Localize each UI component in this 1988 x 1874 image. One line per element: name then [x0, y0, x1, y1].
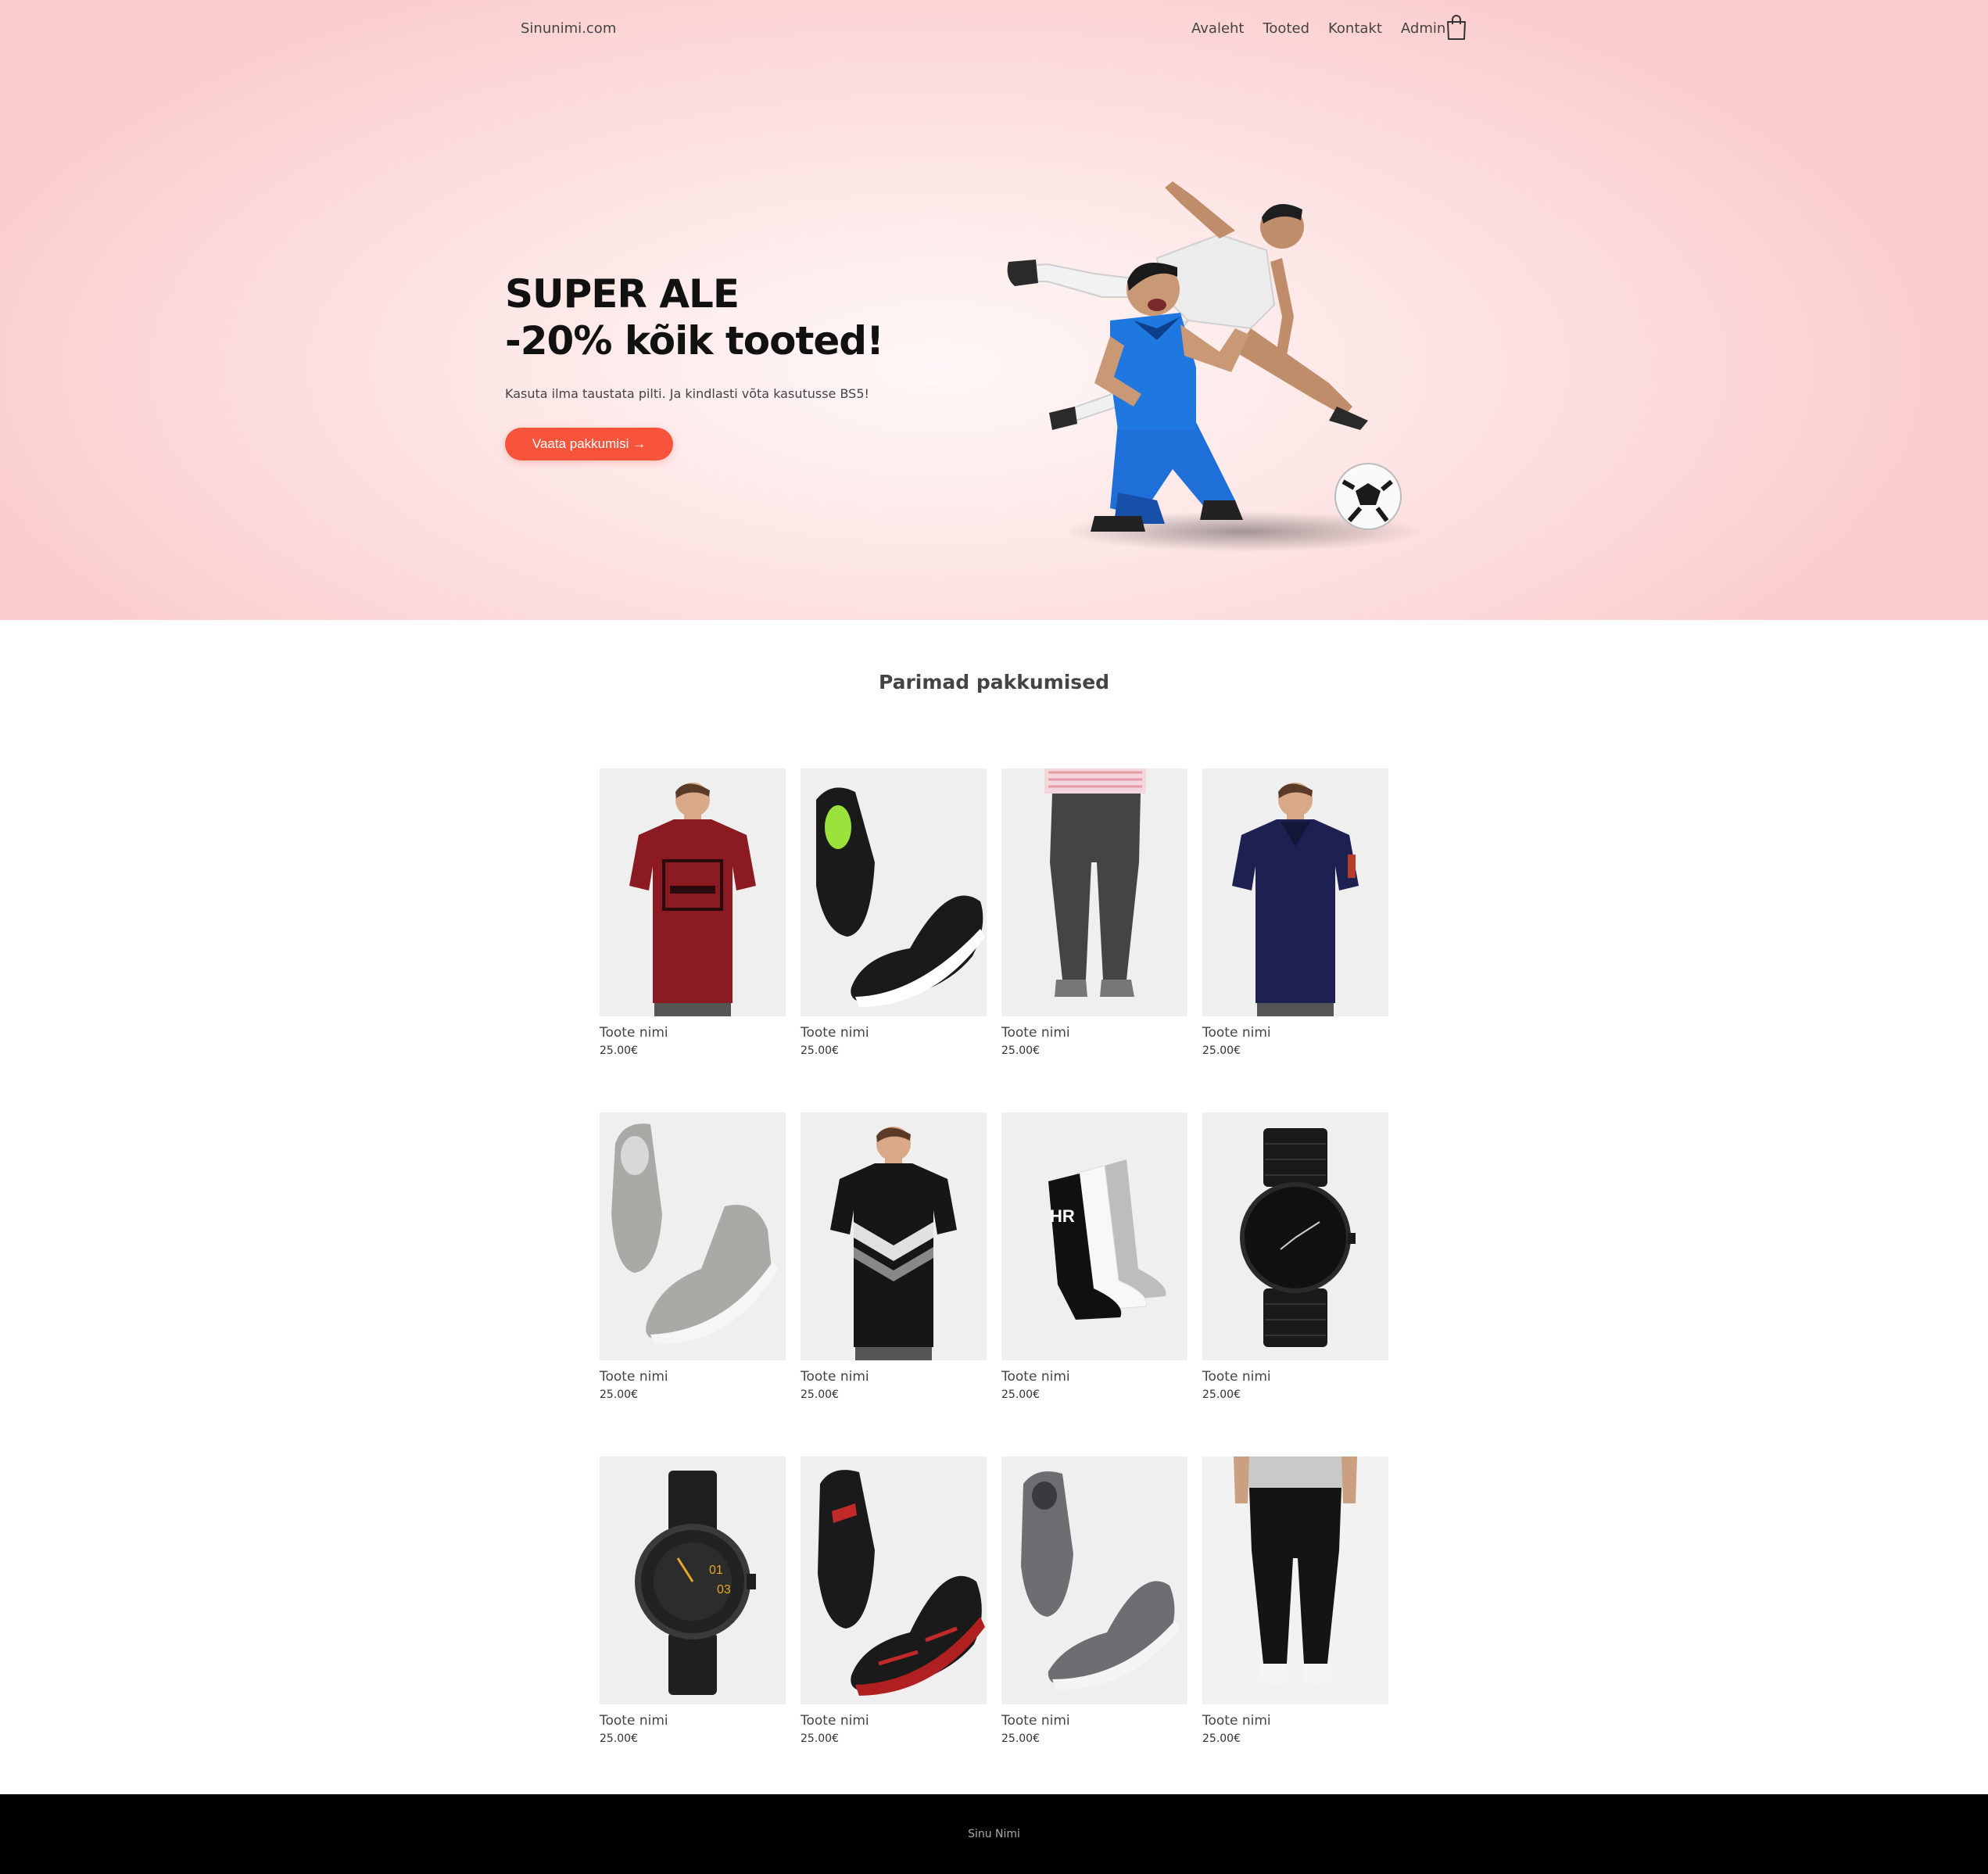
product-price: 25.00€: [1001, 1732, 1040, 1745]
product-card[interactable]: Toote nimi 25.00€: [801, 769, 987, 1059]
product-name: Toote nimi: [801, 1025, 869, 1041]
svg-text:03: 03: [717, 1583, 731, 1596]
product-price: 25.00€: [801, 1044, 839, 1057]
product-name: Toote nimi: [1202, 1713, 1271, 1729]
product-card[interactable]: Toote nimi 25.00€: [1001, 1457, 1187, 1747]
hero-title: SUPER ALE -20% kõik tooted!: [505, 271, 884, 364]
hero-banner: Sinunimi.com Avaleht Tooted Kontakt Admi…: [0, 0, 1988, 620]
grey-slip-on-image: [1001, 1457, 1187, 1704]
product-name: Toote nimi: [600, 1369, 668, 1385]
view-offers-button[interactable]: Vaata pakkumisi →: [505, 428, 673, 460]
product-price: 25.00€: [600, 1732, 638, 1745]
red-tshirt-image: [600, 769, 786, 1016]
black-sneakers-image: [801, 769, 987, 1016]
product-name: Toote nimi: [1001, 1713, 1070, 1729]
product-price: 25.00€: [801, 1388, 839, 1401]
product-card[interactable]: Toote nimi 25.00€: [600, 1113, 786, 1403]
product-name: Toote nimi: [1001, 1025, 1070, 1041]
nav-admin[interactable]: Admin: [1401, 20, 1445, 37]
navy-polo-image: [1202, 769, 1388, 1016]
black-leather-watch-image: 01 03: [600, 1457, 786, 1704]
grey-trousers-image: [1001, 769, 1187, 1016]
product-price: 25.00€: [600, 1388, 638, 1401]
product-name: Toote nimi: [1001, 1369, 1070, 1385]
hero-title-line2: -20% kõik tooted!: [505, 318, 884, 364]
svg-text:01: 01: [709, 1564, 723, 1577]
shopping-bag-icon[interactable]: [1445, 14, 1467, 41]
product-card[interactable]: 01 03 Toote nimi 25.00€: [600, 1457, 786, 1747]
brand-link[interactable]: Sinunimi.com: [521, 20, 616, 37]
football-ball: [1334, 463, 1402, 530]
product-card[interactable]: Toote nimi 25.00€: [1202, 1113, 1388, 1403]
product-name: Toote nimi: [600, 1025, 668, 1041]
footer-text: Sinu Nimi: [968, 1828, 1020, 1840]
black-red-sneakers-image: [801, 1457, 987, 1704]
nav-tooted[interactable]: Tooted: [1263, 20, 1309, 37]
football-players-image: [1007, 181, 1423, 552]
product-price: 25.00€: [1202, 1388, 1241, 1401]
product-card[interactable]: Toote nimi 25.00€: [1202, 769, 1388, 1059]
product-name: Toote nimi: [801, 1369, 869, 1385]
main-nav: Avaleht Tooted Kontakt Admin: [1191, 20, 1464, 37]
product-price: 25.00€: [600, 1044, 638, 1057]
socks-image: HR: [1001, 1113, 1187, 1360]
hero-subtitle: Kasuta ilma taustata pilti. Ja kindlasti…: [505, 386, 869, 401]
product-card[interactable]: HR Toote nimi 25.00€: [1001, 1113, 1187, 1403]
grey-high-tops-image: [600, 1113, 786, 1360]
nav-avaleht[interactable]: Avaleht: [1191, 20, 1244, 37]
product-card[interactable]: Toote nimi 25.00€: [801, 1113, 987, 1403]
black-metal-watch-image: [1202, 1113, 1388, 1360]
product-card[interactable]: Toote nimi 25.00€: [1001, 769, 1187, 1059]
product-price: 25.00€: [1001, 1044, 1040, 1057]
product-name: Toote nimi: [1202, 1369, 1271, 1385]
svg-text:HR: HR: [1050, 1206, 1075, 1226]
product-name: Toote nimi: [1202, 1025, 1271, 1041]
product-card[interactable]: Toote nimi 25.00€: [801, 1457, 987, 1747]
hero-title-line1: SUPER ALE: [505, 271, 740, 317]
black-joggers-image: [1202, 1457, 1388, 1704]
product-name: Toote nimi: [600, 1713, 668, 1729]
product-card[interactable]: Toote nimi 25.00€: [600, 769, 786, 1059]
product-card[interactable]: Toote nimi 25.00€: [1202, 1457, 1388, 1747]
footer: Sinu Nimi: [0, 1794, 1988, 1874]
black-tshirt-image: [801, 1113, 987, 1360]
nav-kontakt[interactable]: Kontakt: [1328, 20, 1382, 37]
section-title: Parimad pakkumised: [878, 671, 1110, 693]
product-name: Toote nimi: [801, 1713, 869, 1729]
product-price: 25.00€: [1001, 1388, 1040, 1401]
product-price: 25.00€: [801, 1732, 839, 1745]
product-price: 25.00€: [1202, 1044, 1241, 1057]
product-price: 25.00€: [1202, 1732, 1241, 1745]
